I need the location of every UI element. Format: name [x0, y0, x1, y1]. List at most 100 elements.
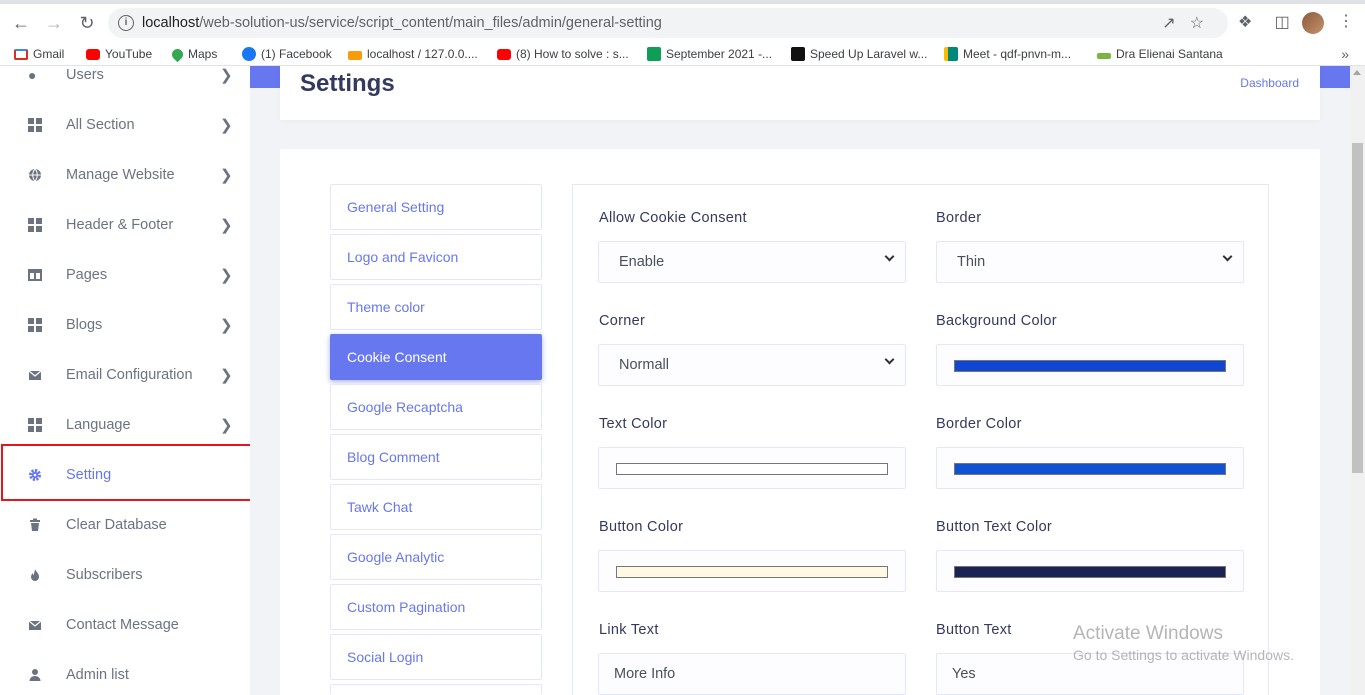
- allow-cookie-select[interactable]: Enable: [598, 241, 906, 283]
- admin-sidebar: ● Users ❯ All Section ❯ Manage Website ❯…: [0, 66, 250, 695]
- breadcrumb-dashboard[interactable]: Dashboard: [1240, 76, 1299, 90]
- bookmark-label: localhost / 127.0.0....: [367, 47, 478, 61]
- text-color-label: Text Color: [599, 416, 668, 432]
- sidebar-item-subscribers[interactable]: Subscribers: [0, 550, 250, 600]
- site-info-icon[interactable]: i: [118, 15, 134, 31]
- scroll-up-arrow-icon[interactable]: [1353, 70, 1361, 75]
- bookmark-laravel[interactable]: Speed Up Laravel w...: [791, 47, 927, 61]
- sidebar-item-header-footer[interactable]: Header & Footer ❯: [0, 200, 250, 250]
- bookmark-santana[interactable]: Dra Elienai Santana: [1097, 47, 1223, 61]
- chevron-right-icon: ❯: [220, 367, 233, 384]
- tab-tawk-chat[interactable]: Tawk Chat: [330, 484, 542, 530]
- tab-custom-pagination[interactable]: Custom Pagination: [330, 584, 542, 630]
- sidebar-item-clear-database[interactable]: Clear Database: [0, 500, 250, 550]
- tab-social-login[interactable]: Social Login: [330, 634, 542, 680]
- sidebar-item-language[interactable]: Language ❯: [0, 400, 250, 450]
- sidebar-item-users[interactable]: ● Users ❯: [0, 66, 250, 100]
- chevron-right-icon: ❯: [220, 117, 233, 134]
- border-select[interactable]: Thin: [936, 241, 1244, 283]
- color-swatch: [954, 566, 1226, 578]
- chevron-right-icon: ❯: [220, 217, 233, 234]
- button-text-color-label: Button Text Color: [936, 519, 1053, 535]
- back-icon[interactable]: ←: [10, 12, 32, 34]
- bookmark-meet[interactable]: Meet - qdf-pnvn-m...: [944, 47, 1071, 61]
- tab-strip: [0, 0, 1365, 4]
- background-color-input[interactable]: [936, 344, 1244, 386]
- tab-label: Custom Pagination: [347, 599, 466, 615]
- sidebar-item-email-configuration[interactable]: Email Configuration ❯: [0, 350, 250, 400]
- sidebar-item-all-section[interactable]: All Section ❯: [0, 100, 250, 150]
- bookmark-phpmyadmin[interactable]: localhost / 127.0.0....: [348, 47, 478, 61]
- facebook-icon: [242, 47, 256, 61]
- sidebar-item-manage-website[interactable]: Manage Website ❯: [0, 150, 250, 200]
- sidebar-item-blogs[interactable]: Blogs ❯: [0, 300, 250, 350]
- tab-google-analytic[interactable]: Google Analytic: [330, 534, 542, 580]
- chevron-right-icon: ❯: [220, 67, 233, 84]
- sidebar-item-contact-message[interactable]: Contact Message: [0, 600, 250, 650]
- header-accent-left: [250, 66, 280, 88]
- reload-icon[interactable]: ↻: [76, 12, 98, 34]
- setting-highlight-box: [1, 444, 250, 501]
- chevron-right-icon: ❯: [220, 267, 233, 284]
- bookmark-september[interactable]: September 2021 -...: [647, 47, 772, 61]
- bookmark-maps[interactable]: Maps: [169, 46, 217, 62]
- bookmarks-bar: Gmail YouTube Maps (1) Facebook localhos…: [0, 44, 1365, 66]
- address-bar[interactable]: i localhost/web-solution-us/service/scri…: [108, 8, 1228, 38]
- watermark-line2: Go to Settings to activate Windows.: [1073, 647, 1294, 663]
- border-color-input[interactable]: [936, 447, 1244, 489]
- tab-label: Google Recaptcha: [347, 399, 463, 415]
- browser-toolbar: ← → ↻ i localhost/web-solution-us/servic…: [0, 0, 1365, 44]
- bookmark-youtube[interactable]: YouTube: [86, 47, 152, 61]
- share-icon[interactable]: ↗: [1162, 15, 1189, 32]
- text-color-input[interactable]: [598, 447, 906, 489]
- link-text-input[interactable]: More Info: [598, 653, 906, 695]
- sheets-icon: [647, 47, 661, 61]
- url-path: /web-solution-us/service/script_content/…: [199, 15, 662, 31]
- star-icon[interactable]: ☆: [1190, 15, 1218, 32]
- maps-pin-icon: [169, 46, 186, 62]
- chevron-down-icon: [884, 251, 895, 262]
- corner-select[interactable]: Normall: [598, 344, 906, 386]
- tab-general-setting[interactable]: General Setting: [330, 184, 542, 230]
- trash-icon: [28, 518, 42, 532]
- sidebar-item-pages[interactable]: Pages ❯: [0, 250, 250, 300]
- color-swatch: [954, 360, 1226, 372]
- tab-label: Google Analytic: [347, 549, 445, 565]
- sidebar-item-label: All Section: [66, 117, 135, 133]
- tab-theme-color[interactable]: Theme color: [330, 284, 542, 330]
- bookmark-label: Dra Elienai Santana: [1116, 47, 1223, 61]
- side-panel-icon[interactable]: ◫: [1275, 14, 1290, 31]
- tab-logo-favicon[interactable]: Logo and Favicon: [330, 234, 542, 280]
- profile-avatar[interactable]: [1302, 12, 1324, 34]
- chevron-right-icon: ❯: [220, 317, 233, 334]
- button-text-color-input[interactable]: [936, 550, 1244, 592]
- bookmark-facebook[interactable]: (1) Facebook: [242, 47, 332, 61]
- forward-icon[interactable]: →: [43, 12, 65, 34]
- bookmark-gmail[interactable]: Gmail: [14, 47, 64, 61]
- bookmark-howto[interactable]: (8) How to solve : s...: [497, 47, 629, 61]
- tab-next-partial[interactable]: [330, 684, 542, 695]
- scrollbar-thumb[interactable]: [1352, 143, 1363, 473]
- tab-cookie-consent[interactable]: Cookie Consent: [330, 334, 542, 380]
- sidebar-item-admin-list[interactable]: Admin list: [0, 650, 250, 695]
- url-text[interactable]: localhost/web-solution-us/service/script…: [142, 15, 662, 31]
- menu-kebab-icon[interactable]: ⋮: [1338, 11, 1354, 31]
- header-accent-right: [1320, 66, 1350, 88]
- corner-label: Corner: [599, 313, 646, 329]
- bookmarks-overflow-icon[interactable]: »: [1341, 46, 1349, 62]
- puzzle-icon[interactable]: ❖: [1238, 14, 1252, 31]
- users-icon: ●: [28, 67, 37, 83]
- tab-label: Tawk Chat: [347, 499, 413, 515]
- color-swatch: [616, 566, 888, 578]
- tab-blog-comment[interactable]: Blog Comment: [330, 434, 542, 480]
- color-swatch: [954, 463, 1226, 475]
- columns-icon: [28, 268, 42, 282]
- tab-label: Cookie Consent: [347, 349, 447, 365]
- phpmyadmin-icon: [348, 51, 362, 60]
- page-scrollbar[interactable]: [1350, 66, 1365, 695]
- envelope-icon: [28, 368, 42, 382]
- tab-google-recaptcha[interactable]: Google Recaptcha: [330, 384, 542, 430]
- gmail-icon: [14, 48, 28, 60]
- button-color-input[interactable]: [598, 550, 906, 592]
- youtube-icon: [497, 48, 511, 60]
